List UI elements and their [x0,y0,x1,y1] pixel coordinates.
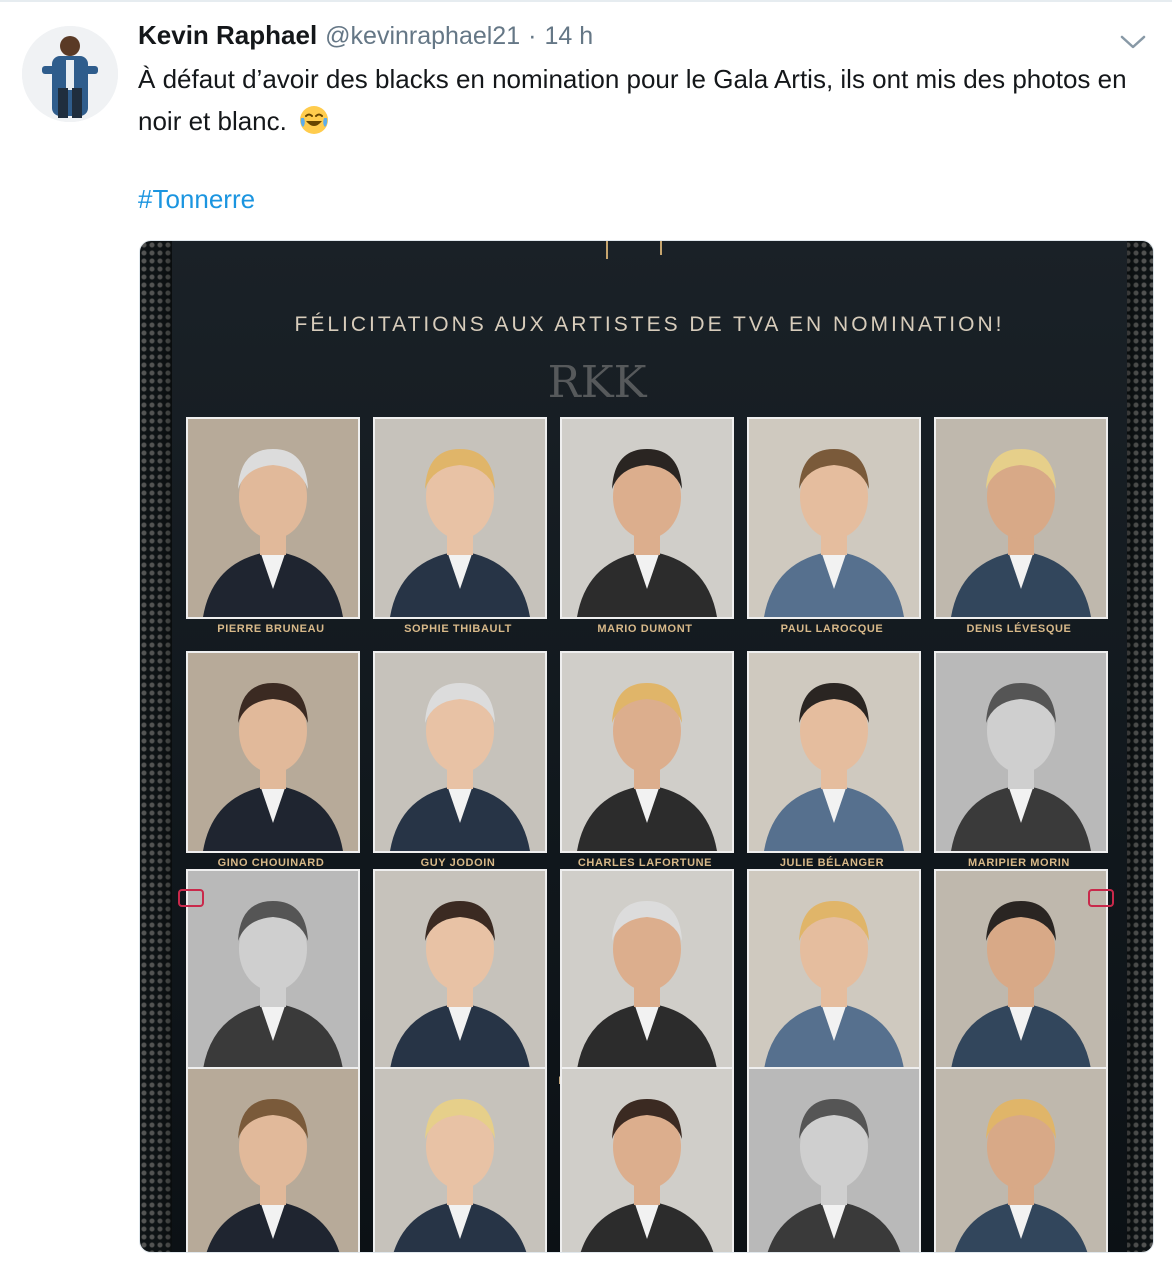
nominee-card: KARINE VANASSE [934,1067,1108,1252]
nominee-card: GUYLAINE TREMBLAY [934,869,1108,1093]
tweet-body: À défaut d’avoir des blacks en nominatio… [138,64,1127,136]
nominee-card: SOPHIE THIBAULT [373,417,547,641]
nominee-photo [560,1067,734,1252]
author-name[interactable]: Kevin Raphael [138,20,317,51]
nominee-photo [560,417,734,619]
nominee-card: CHARLES LAFORTUNE [560,651,734,875]
watermark-logo-icon: RKK [548,357,648,408]
tweet-timestamp[interactable]: 14 h [544,22,593,51]
poster-top-ornament [606,241,662,259]
nominee-photo [186,417,360,619]
nominee-card: GUY JODOIN [373,651,547,875]
author-handle[interactable]: @kevinraphael21 [325,22,520,51]
nominee-card: CATHERINE-ANNE TOUPIN [747,869,921,1093]
nominee-card: GINO CHOUINARD [186,651,360,875]
separator-dot: · [528,22,537,50]
nominee-photo [373,869,547,1071]
nominee-photo [747,651,921,853]
nominee-photo [747,1067,921,1252]
tweet-header: Kevin Raphael @kevinraphael21 · 14 h [138,20,593,60]
nominee-photo [373,417,547,619]
chevron-down-icon[interactable] [1118,32,1148,52]
nominee-photo [934,651,1108,853]
nominee-photo [373,1067,547,1252]
poster: FÉLICITATIONS AUX ARTISTES DE TVA EN NOM… [172,241,1127,1252]
nominee-name: GUY JODOIN [420,857,496,869]
nominee-card: CLAUDE LEGAULT [747,1067,921,1252]
nominee-photo [560,869,734,1071]
hashtag-link[interactable]: #Tonnerre [138,178,255,220]
tweet-text: À défaut d’avoir des blacks en nominatio… [138,58,1138,142]
nominee-card: MARIPIER MORIN [934,651,1108,875]
red-frame-mark-icon [178,889,204,907]
nominee-name: SOPHIE THIBAULT [404,623,512,635]
nominee-photo [560,651,734,853]
nominee-name: JULIE BÉLANGER [779,857,885,869]
nominee-name: GINO CHOUINARD [217,857,325,869]
nominee-name: MARIPIER MORIN [968,857,1070,869]
nominee-card: PAUL LAROCQUE [747,417,921,641]
nominee-photo [747,417,921,619]
nominee-photo [747,869,921,1071]
nominee-card: PIERRE BRUNEAU [186,417,360,641]
nominee-name: CHARLES LAFORTUNE [577,857,713,869]
avatar[interactable] [22,26,118,122]
nominee-card: DANY DUBÉ [186,1067,360,1252]
laughing-crying-emoji-icon [298,104,330,136]
nominee-photo [934,417,1108,619]
nominee-name: PAUL LAROCQUE [780,623,884,635]
nominee-photo [934,1067,1108,1252]
nominee-card: MARC MESSIER [186,869,360,1093]
svg-text:RKK: RKK [548,357,648,408]
nominee-photo [186,869,360,1071]
nominee-name: DENIS LÉVESQUE [966,623,1072,635]
nominee-card: LUDIVINE REDING [560,1067,734,1252]
nominee-card: DAVE MORISSETTE [373,1067,547,1252]
nominee-card: MAGALIE LÉPINE-BLONDEAU [558,869,734,1093]
red-frame-mark-icon [1088,889,1114,907]
poster-heading: FÉLICITATIONS AUX ARTISTES DE TVA EN NOM… [294,313,1005,336]
nominee-card: JULIE BÉLANGER [747,651,921,875]
nominee-card: ANTOINE BERTRAND [373,869,547,1093]
nominee-photo [373,651,547,853]
nominee-photo [934,869,1108,1071]
avatar-image [22,26,118,122]
nominee-card: MARIO DUMONT [560,417,734,641]
nominee-card: DENIS LÉVESQUE [934,417,1108,641]
nominee-photo [186,1067,360,1252]
timeline-divider [0,0,1172,2]
tweet-photo[interactable]: FÉLICITATIONS AUX ARTISTES DE TVA EN NOM… [139,240,1154,1253]
nominee-name: PIERRE BRUNEAU [217,623,325,635]
nominee-photo [186,651,360,853]
nominee-name: MARIO DUMONT [597,623,693,635]
